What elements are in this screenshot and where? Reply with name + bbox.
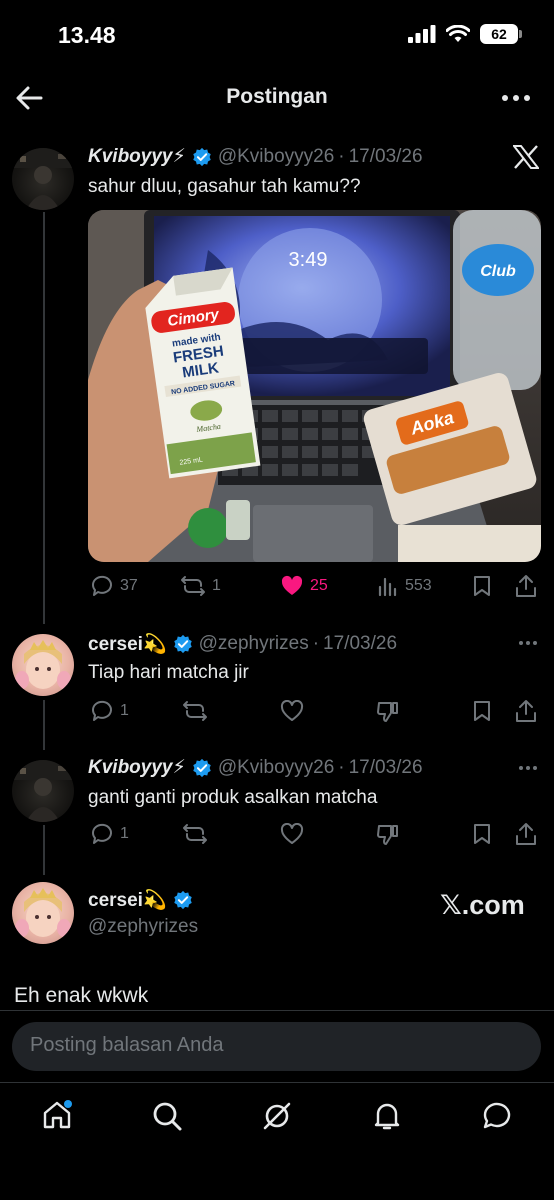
like-button[interactable]: 25 [280,575,328,597]
signal-icon [408,25,436,43]
author-handle[interactable]: @zephyrizes [199,633,309,655]
x-logo-icon [513,145,539,169]
post-text: sahur dluu, gasahur tah kamu?? [88,176,361,197]
verified-badge-icon [173,634,192,654]
reply-input[interactable]: Posting balasan Anda [12,1022,541,1071]
author-name[interactable]: cersei💫 [88,888,167,912]
more-options-icon[interactable] [500,88,532,108]
repost-button[interactable]: 1 [180,575,221,597]
laptop-clock: 3:49 [289,249,328,271]
reply-count: 1 [120,825,129,842]
author-name[interactable]: Kviboyyy⚡ [88,145,186,168]
repost-icon[interactable] [182,823,208,845]
views-icon [378,577,397,597]
share-icon[interactable] [515,699,537,723]
reply-icon [91,575,112,596]
bookmark-icon[interactable] [472,700,492,722]
heart-filled-icon [281,575,303,595]
dislike-icon[interactable] [376,700,400,722]
bookmark-icon[interactable] [472,823,492,845]
reply-count: 37 [120,577,138,594]
reply-icon [91,823,112,844]
author-handle[interactable]: @zephyrizes [88,916,198,938]
nav-notifications[interactable] [371,1099,403,1136]
focused-author: cersei💫 [88,888,193,912]
nav-grok[interactable] [261,1100,293,1137]
post-date[interactable]: 17/03/26 [349,757,423,779]
author-handle[interactable]: @Kviboyyy26 [218,757,334,779]
author-name[interactable]: cersei💫 [88,632,167,656]
bell-icon [374,1103,400,1130]
focused-reply-text: Eh enak wkwk [14,984,149,1007]
heart-icon[interactable] [280,700,304,722]
wifi-icon [446,25,470,42]
heart-icon[interactable] [280,823,304,845]
reply-text: Tiap hari matcha jir [88,662,249,683]
thread-line [43,825,45,875]
chat-bubble-icon [483,1102,511,1129]
thread-line [43,700,45,750]
verified-badge-icon [173,890,192,910]
repost-count: 1 [212,577,221,594]
post-header: Kviboyyy⚡ @Kviboyyy26 · 17/03/26 [88,145,423,168]
separator-dot: · [338,756,345,778]
more-options-icon[interactable] [518,640,538,646]
avatar[interactable] [12,882,74,944]
bottle-label: Club [480,263,516,280]
avatar[interactable] [12,148,74,210]
post-date[interactable]: 17/03/26 [349,146,423,168]
separator-dot: · [338,145,345,167]
verified-badge-icon [193,758,211,777]
thread-line [43,212,45,624]
page-title: Postingan [226,85,328,108]
reply-header: cersei💫 @zephyrizes · 17/03/26 [88,632,397,656]
status-time: 13.48 [58,22,116,48]
share-icon[interactable] [515,822,537,846]
reply-button[interactable]: 1 [90,700,129,722]
avatar[interactable] [12,634,74,696]
view-count: 553 [405,577,432,594]
nav-divider [0,1082,554,1083]
nav-messages[interactable] [481,1099,513,1136]
reply-count: 1 [120,702,129,719]
x-com-watermark: 𝕏.com [440,890,525,920]
post-photo: 3:49 Club Aoka Cimory made with FRESH MI… [88,210,541,562]
reply-button[interactable]: 1 [90,823,129,845]
battery-indicator: 62 [480,24,522,44]
reply-icon [91,700,112,721]
reply-header: Kviboyyy⚡ @Kviboyyy26 · 17/03/26 [88,756,423,779]
views-button[interactable]: 553 [377,575,432,597]
repost-icon[interactable] [182,700,208,722]
share-icon[interactable] [515,574,537,598]
composer-divider [0,1010,554,1011]
status-icons: 62 [408,24,522,44]
search-icon [153,1102,182,1131]
author-name[interactable]: Kviboyyy⚡ [88,756,186,779]
dislike-icon[interactable] [376,823,400,845]
reply-button[interactable]: 37 [90,575,138,597]
nav-search[interactable] [151,1100,183,1137]
more-options-icon[interactable] [518,765,538,771]
bookmark-icon[interactable] [472,575,492,597]
post-image[interactable]: 3:49 Club Aoka Cimory made with FRESH MI… [88,210,541,562]
separator-dot: · [312,633,320,654]
grok-icon [263,1102,291,1130]
post-date[interactable]: 17/03/26 [323,633,397,655]
verified-badge-icon [193,147,211,166]
author-handle[interactable]: @Kviboyyy26 [218,146,334,168]
avatar[interactable] [12,760,74,822]
reply-text: ganti ganti produk asalkan matcha [88,787,378,808]
nav-home[interactable] [41,1099,73,1136]
home-icon [43,1100,72,1129]
repost-icon [181,576,205,596]
like-count: 25 [310,577,328,594]
